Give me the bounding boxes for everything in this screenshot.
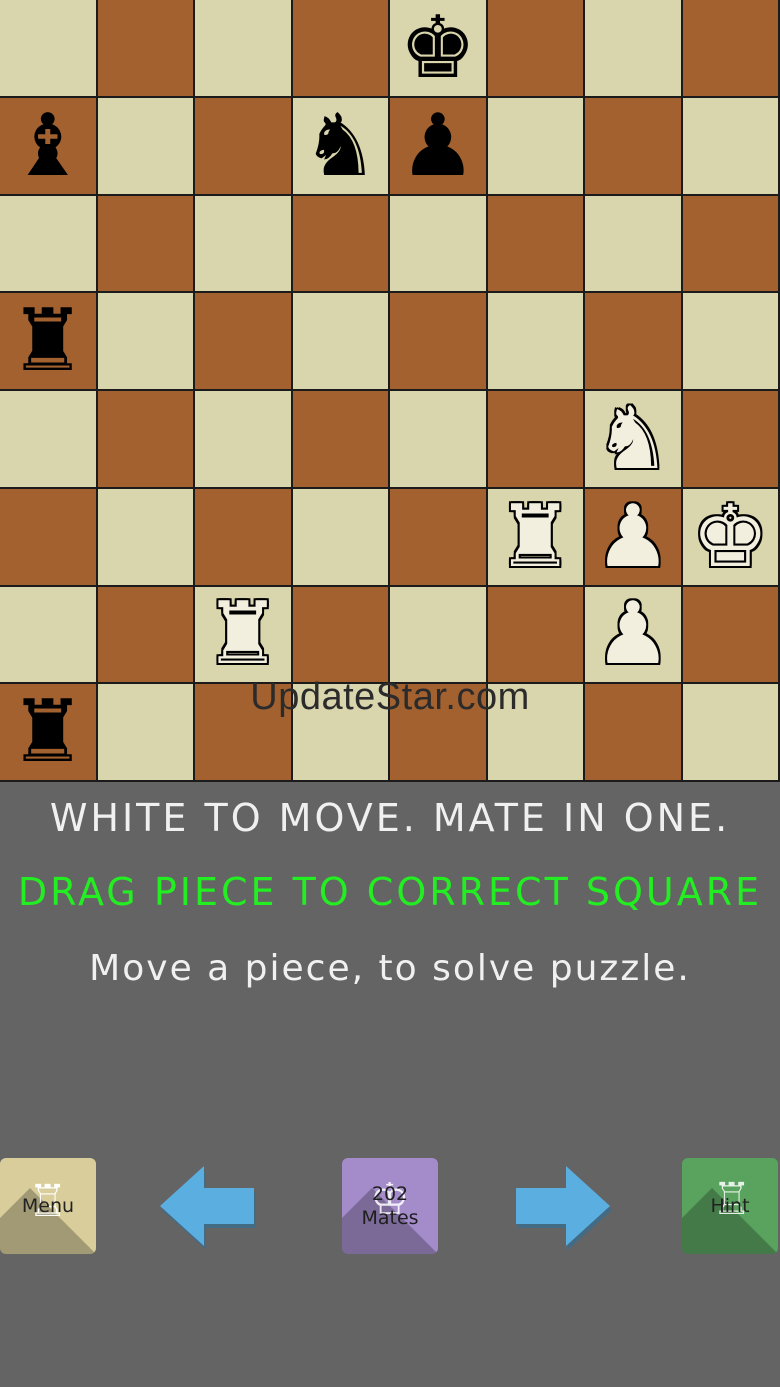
square-a2[interactable] xyxy=(0,586,98,685)
square-f3[interactable]: ♜ xyxy=(487,488,585,587)
square-c3[interactable] xyxy=(195,488,293,587)
square-f5[interactable] xyxy=(487,293,585,391)
square-a4[interactable] xyxy=(0,391,98,489)
turn-instruction: WHITE TO MOVE. MATE IN ONE. xyxy=(49,796,731,840)
mates-collection-button[interactable]: ♔ 202 Mates xyxy=(342,1158,438,1254)
square-d3[interactable] xyxy=(292,488,390,587)
square-c7[interactable] xyxy=(195,97,293,196)
square-d4[interactable] xyxy=(292,391,390,489)
square-e2[interactable] xyxy=(390,586,488,685)
square-f4[interactable] xyxy=(487,391,585,489)
hint-text: Move a piece, to solve puzzle. xyxy=(89,948,691,989)
black-pawn-icon: ♟ xyxy=(399,95,477,196)
black-rook-icon: ♜ xyxy=(9,682,87,783)
square-c4[interactable] xyxy=(195,391,293,489)
square-g6[interactable] xyxy=(585,195,683,294)
white-pawn-icon[interactable]: ♟ xyxy=(594,494,671,580)
next-puzzle-button[interactable] xyxy=(512,1158,612,1254)
square-d6[interactable] xyxy=(292,195,390,294)
square-c1[interactable] xyxy=(195,684,293,782)
square-g2[interactable]: ♟ xyxy=(585,586,683,685)
square-a7[interactable]: ♝ xyxy=(0,95,98,196)
square-d7[interactable]: ♞ xyxy=(292,95,390,196)
white-king-icon[interactable]: ♚ xyxy=(692,494,769,580)
square-a3[interactable] xyxy=(0,488,98,587)
square-c2[interactable]: ♜ xyxy=(195,586,293,685)
square-d1[interactable] xyxy=(292,684,390,782)
square-h8[interactable] xyxy=(682,0,780,98)
square-h3[interactable]: ♚ xyxy=(682,488,780,587)
arrow-left-icon xyxy=(160,1166,256,1250)
square-g3[interactable]: ♟ xyxy=(585,488,683,587)
hint-button[interactable]: ♖ Hint xyxy=(682,1158,778,1254)
square-b6[interactable] xyxy=(97,195,195,294)
black-bishop-icon: ♝ xyxy=(9,95,87,196)
square-a6[interactable] xyxy=(0,195,98,294)
square-c6[interactable] xyxy=(195,195,293,294)
square-g4[interactable]: ♞ xyxy=(585,391,683,489)
square-b1[interactable] xyxy=(97,684,195,782)
square-a8[interactable] xyxy=(0,0,98,98)
square-g1[interactable] xyxy=(585,684,683,782)
square-g8[interactable] xyxy=(585,0,683,98)
white-rook-icon[interactable]: ♜ xyxy=(497,494,574,580)
menu-button[interactable]: ♖ Menu xyxy=(0,1158,96,1254)
square-e4[interactable] xyxy=(390,391,488,489)
arrow-right-icon xyxy=(516,1166,612,1250)
square-h6[interactable] xyxy=(682,195,780,294)
square-e6[interactable] xyxy=(390,195,488,294)
square-b4[interactable] xyxy=(97,391,195,489)
square-b5[interactable] xyxy=(97,293,195,391)
square-b2[interactable] xyxy=(97,586,195,685)
square-e3[interactable] xyxy=(390,488,488,587)
square-e8[interactable]: ♚ xyxy=(390,0,488,98)
square-h5[interactable] xyxy=(682,293,780,391)
square-f1[interactable] xyxy=(487,684,585,782)
hint-button-label: Hint xyxy=(710,1195,750,1217)
square-f6[interactable] xyxy=(487,195,585,294)
chess-board[interactable]: ♚ ♝ ♞ ♟ ♜ ♞ ♜ ♟ ♚ ♜ ♟ ♜ xyxy=(0,0,780,782)
black-knight-icon: ♞ xyxy=(301,95,379,196)
drag-instruction: DRAG PIECE TO CORRECT SQUARE xyxy=(17,870,763,914)
square-b8[interactable] xyxy=(97,0,195,98)
square-c5[interactable] xyxy=(195,293,293,391)
black-king-icon: ♚ xyxy=(399,0,477,98)
square-d2[interactable] xyxy=(292,586,390,685)
square-c8[interactable] xyxy=(195,0,293,98)
square-b3[interactable] xyxy=(97,488,195,587)
square-f2[interactable] xyxy=(487,586,585,685)
square-h4[interactable] xyxy=(682,391,780,489)
white-pawn-icon[interactable]: ♟ xyxy=(594,591,671,677)
square-b7[interactable] xyxy=(97,97,195,196)
white-rook-icon[interactable]: ♜ xyxy=(204,591,281,677)
white-knight-icon[interactable]: ♞ xyxy=(594,396,671,482)
square-g5[interactable] xyxy=(585,293,683,391)
square-e5[interactable] xyxy=(390,293,488,391)
menu-button-label: Menu xyxy=(21,1195,75,1217)
square-a5[interactable]: ♜ xyxy=(0,293,98,391)
square-g7[interactable] xyxy=(585,97,683,196)
square-f7[interactable] xyxy=(487,97,585,196)
square-a1[interactable]: ♜ xyxy=(0,684,98,782)
black-rook-icon: ♜ xyxy=(9,291,87,392)
square-h2[interactable] xyxy=(682,586,780,685)
mates-label: Mates xyxy=(361,1207,419,1229)
square-d5[interactable] xyxy=(292,293,390,391)
square-d8[interactable] xyxy=(292,0,390,98)
square-h7[interactable] xyxy=(682,97,780,196)
square-f8[interactable] xyxy=(487,0,585,98)
square-e1[interactable] xyxy=(390,684,488,782)
mates-count: 202 xyxy=(371,1183,409,1205)
square-e7[interactable]: ♟ xyxy=(390,95,488,196)
square-h1[interactable] xyxy=(682,684,780,782)
previous-puzzle-button[interactable] xyxy=(158,1158,258,1254)
